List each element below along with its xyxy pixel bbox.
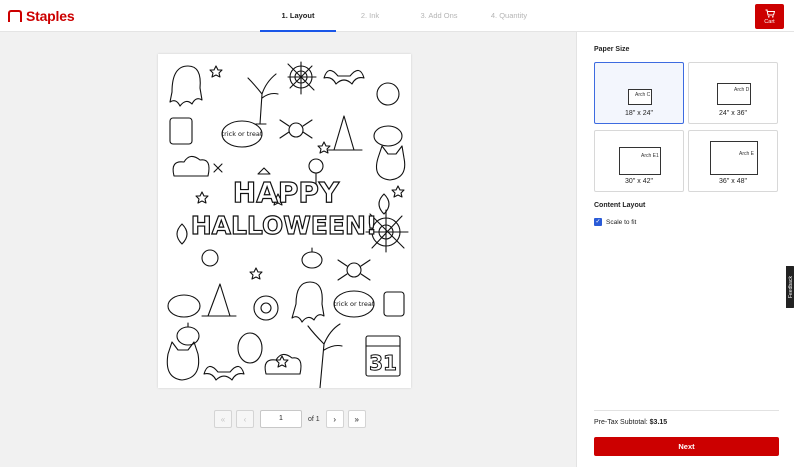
arch-d-caption: 24" x 36" [719, 110, 747, 117]
cart-label: Cart [764, 18, 775, 25]
arch-e1-label: Arch E1 [641, 153, 659, 159]
first-page-button[interactable]: « [214, 410, 232, 428]
scale-to-fit-option[interactable]: ✓ Scale to fit [594, 218, 636, 226]
step-quantity[interactable]: 4. Quantity [474, 0, 544, 32]
step-ink[interactable]: 2. Ink [336, 0, 404, 32]
arch-e-label: Arch E [739, 151, 755, 157]
staples-logo[interactable]: Staples [8, 8, 75, 24]
panel-divider [594, 410, 779, 411]
speech-text-1: trick or treat [222, 130, 263, 138]
subtotal-value: $3.15 [649, 419, 668, 426]
arch-d-label: Arch D [734, 87, 750, 93]
cart-icon [765, 9, 775, 18]
content-layout-title: Content Layout [594, 202, 646, 209]
preview-area: HAPPY HALLOWEEN! trick or treat trick or… [0, 32, 576, 467]
step-add-ons[interactable]: 3. Add Ons [404, 0, 474, 32]
double-chevron-right-icon: » [354, 414, 359, 424]
next-button[interactable]: Next [594, 437, 779, 456]
scale-to-fit-label: Scale to fit [606, 218, 637, 226]
brand-name: Staples [26, 8, 75, 24]
next-page-button[interactable]: › [325, 410, 344, 428]
page-navigator: « ‹ 1 of 1 › » [214, 410, 366, 428]
arch-c-caption: 18" x 24" [625, 110, 653, 117]
chevron-left-icon: ‹ [243, 414, 247, 424]
feedback-tab[interactable]: Feedback [786, 266, 794, 308]
arch-e-caption: 36" x 48" [719, 178, 747, 185]
last-page-button[interactable]: » [347, 410, 366, 428]
arch-e1-caption: 30" x 42" [625, 178, 653, 185]
subtotal: Pre-Tax Subtotal: $3.15 [594, 419, 667, 426]
poster-title-line2: HALLOWEEN! [191, 211, 378, 240]
top-header: Staples 1. Layout 2. Ink 3. Add Ons 4. Q… [0, 0, 794, 32]
chevron-right-icon: › [333, 414, 337, 424]
calendar-number: 31 [369, 351, 397, 375]
double-chevron-left-icon: « [220, 414, 226, 424]
staples-logo-icon [8, 10, 22, 22]
size-option-arch-e[interactable]: Arch E 36" x 48" [688, 130, 778, 192]
size-option-arch-c[interactable]: Arch C 18" x 24" [594, 62, 684, 124]
poster-title-line1: HAPPY [233, 176, 340, 209]
poster-preview: HAPPY HALLOWEEN! trick or treat trick or… [158, 54, 411, 388]
step-layout[interactable]: 1. Layout [260, 0, 336, 32]
checkmark-icon: ✓ [595, 219, 601, 225]
size-option-arch-e1[interactable]: Arch E1 30" x 42" [594, 130, 684, 192]
arch-e-shape [710, 141, 758, 175]
arch-e1-shape [619, 147, 661, 175]
paper-size-title: Paper Size [594, 46, 630, 53]
page-number-input[interactable]: 1 [260, 410, 302, 428]
arch-c-label: Arch C [635, 92, 651, 98]
speech-text-2: trick or treat [334, 300, 375, 308]
scale-to-fit-checkbox[interactable]: ✓ [594, 218, 602, 226]
cart-button[interactable]: Cart [755, 4, 784, 29]
halloween-coloring-page-image: HAPPY HALLOWEEN! trick or treat trick or… [166, 61, 409, 388]
step-nav: 1. Layout 2. Ink 3. Add Ons 4. Quantity [260, 0, 544, 32]
subtotal-label: Pre-Tax Subtotal: [594, 419, 648, 426]
options-panel: Paper Size Arch C 18" x 24" Arch D 24" x… [576, 32, 794, 467]
page-count-label: of 1 [308, 415, 320, 423]
size-option-arch-d[interactable]: Arch D 24" x 36" [688, 62, 778, 124]
previous-page-button[interactable]: ‹ [236, 410, 254, 428]
